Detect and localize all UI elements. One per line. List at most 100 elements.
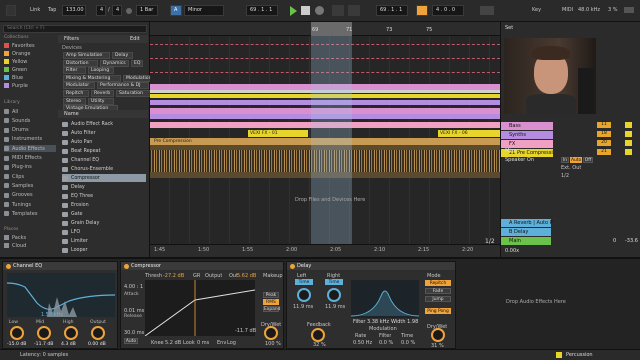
device-tag-chip[interactable]: Amp Simulation (63, 52, 110, 59)
eq-knob[interactable] (10, 326, 24, 340)
zoom-value[interactable]: 0.00x (505, 248, 519, 254)
collection-item[interactable]: Purple (4, 82, 28, 89)
loop-toggle[interactable] (416, 5, 428, 16)
time-sig-den[interactable]: 4 (112, 5, 122, 16)
loop-start-field[interactable]: 69 . 1 . 1 (376, 5, 408, 16)
draw-mode-icon[interactable] (480, 6, 494, 15)
clip-vexi-06[interactable]: VEXI FX - 06 (438, 130, 500, 137)
filters-label[interactable]: Filters (64, 36, 79, 42)
auto-release-button[interactable]: Auto (124, 338, 138, 344)
device-tag-chip[interactable]: Stereo (63, 97, 86, 105)
left-time-knob[interactable] (297, 288, 311, 302)
loop-length-field[interactable]: 4 . 0 . 0 (432, 5, 464, 16)
mode-repitch[interactable]: Repitch (425, 280, 451, 286)
collection-item[interactable]: Yellow (4, 58, 27, 65)
device-tag-chip[interactable]: Filter (63, 67, 86, 75)
library-item[interactable]: All (4, 108, 56, 115)
device-tag-chip[interactable]: Saturation (116, 90, 151, 97)
delay-title[interactable]: Delay (287, 262, 455, 270)
return-track-header[interactable]: B Delay (501, 228, 551, 236)
track-header[interactable]: Bass (501, 122, 553, 130)
device-list-item[interactable]: Beat Repeat (62, 147, 146, 155)
device-list-item[interactable]: Delay (62, 183, 146, 191)
monitor-off-button[interactable]: Off (583, 157, 593, 163)
delay-width[interactable]: Width 1.98 (391, 319, 418, 325)
places-item[interactable]: Cloud (4, 242, 26, 249)
power-icon[interactable] (124, 264, 129, 269)
link-button[interactable]: Link (30, 7, 40, 13)
device-list-item[interactable]: Audio Effect Rack (62, 120, 146, 128)
eq-knob[interactable] (91, 326, 105, 340)
right-time-knob[interactable] (327, 288, 341, 302)
left-time-button[interactable]: Time (295, 279, 313, 285)
device-tag-chip[interactable]: EQ (131, 59, 143, 67)
device-list-item[interactable]: Looper (62, 246, 146, 254)
collection-item[interactable]: Orange (4, 50, 30, 57)
device-tag-chip[interactable]: Dynamics (100, 59, 129, 67)
mod-filter-value[interactable]: 0.0 % (379, 340, 393, 346)
ping-pong-button[interactable]: Ping Pong (425, 308, 451, 314)
library-item[interactable]: Samples (4, 182, 56, 189)
stop-icon[interactable] (301, 6, 310, 15)
quantize-menu[interactable]: 1 Bar (136, 5, 158, 16)
eq-display[interactable] (6, 273, 116, 317)
device-list-item[interactable]: Chorus-Ensemble (62, 165, 146, 173)
collection-item[interactable]: Favorites (4, 42, 35, 49)
device-tag-chip[interactable]: Mixing & Mastering (63, 74, 121, 82)
metronome-icon[interactable] (126, 8, 132, 14)
look-value[interactable]: 0 ms (197, 340, 209, 346)
midi-map-button[interactable]: MIDI (562, 7, 573, 13)
output-select[interactable]: 1/2 (561, 173, 569, 179)
track-header[interactable]: Synths (501, 131, 553, 139)
position-field[interactable]: 69 . 1 . 1 (246, 5, 278, 16)
device-list-item[interactable]: Erosion (62, 201, 146, 209)
release-value[interactable]: 30.0 ms (124, 330, 144, 336)
library-item[interactable]: Templates (4, 210, 56, 217)
feedback-knob[interactable] (311, 328, 325, 342)
channel-eq-title[interactable]: Channel EQ (3, 262, 117, 270)
filters-edit-button[interactable]: Edit (130, 36, 140, 42)
library-item[interactable]: Sounds (4, 117, 56, 124)
speaker-label[interactable]: Speaker On (505, 157, 534, 163)
env-value[interactable]: Log (227, 340, 236, 346)
rate-value[interactable]: 0.50 Hz (353, 340, 372, 346)
makeup-button[interactable]: Makeup (263, 273, 283, 279)
collection-item[interactable]: Blue (4, 74, 23, 81)
eq-knob[interactable] (37, 326, 51, 340)
mod-time-value[interactable]: 0.0 % (401, 340, 415, 346)
library-item[interactable]: Audio Effects (4, 145, 56, 153)
eq-knob[interactable] (64, 326, 78, 340)
ratio-value[interactable]: 4.00 : 1 (124, 284, 143, 290)
device-tag-chip[interactable]: Delay (112, 52, 133, 59)
device-tag-chip[interactable]: Reverb (91, 90, 114, 97)
rms-button[interactable]: RMS (263, 299, 279, 305)
power-icon[interactable] (6, 264, 11, 269)
return-track-header[interactable]: Main (501, 237, 551, 245)
device-list-item[interactable]: Grain Delay (62, 219, 146, 227)
device-tag-chip[interactable]: Distortion (63, 59, 98, 67)
play-icon[interactable] (290, 6, 297, 16)
key-selector[interactable]: A (170, 5, 182, 16)
power-icon[interactable] (290, 264, 295, 269)
monitor-in-button[interactable]: In (561, 157, 569, 163)
track-header[interactable]: FX (501, 140, 553, 148)
library-item[interactable]: Plug-ins (4, 164, 56, 171)
device-list-item[interactable]: Auto Pan (62, 138, 146, 146)
device-list-item[interactable]: LFO (62, 228, 146, 236)
library-item[interactable]: Instruments (4, 136, 56, 143)
overdub-button[interactable] (332, 5, 344, 16)
device-list-item[interactable]: Gate (62, 210, 146, 218)
thresh-value[interactable]: -27.2 dB (163, 273, 184, 279)
right-time-button[interactable]: Time (325, 279, 343, 285)
device-tag-chip[interactable]: Looping (88, 67, 114, 75)
collection-item[interactable]: Green (4, 66, 27, 73)
record-icon[interactable] (315, 6, 324, 15)
main-value[interactable]: 0 (613, 238, 616, 244)
peak-button[interactable]: Peak (263, 292, 279, 298)
gr-label[interactable]: GR (193, 273, 200, 279)
delay-filter-freq[interactable]: Filter 3.38 kHz (353, 319, 389, 325)
library-item[interactable]: Grooves (4, 192, 56, 199)
time-sig-num[interactable]: 4 (96, 5, 106, 16)
places-item[interactable]: Packs (4, 234, 26, 241)
device-list-item[interactable]: Compressor (62, 174, 146, 182)
